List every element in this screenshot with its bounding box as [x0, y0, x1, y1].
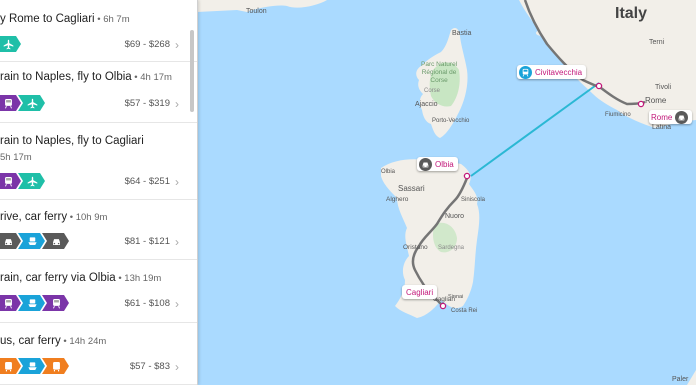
route-title: rain to Naples, fly to Olbia • 4h 17m — [0, 71, 172, 83]
label-oristano: Oristano — [403, 244, 428, 251]
bus-icon — [0, 358, 21, 374]
route-price: $61 - $108 — [124, 298, 170, 309]
map-view[interactable]: Toulon Italy Bastia Parc Naturel Régiona… — [197, 0, 696, 385]
label-sinnai: Sinnai — [448, 294, 464, 300]
route-duration: • 4h 17m — [131, 72, 172, 83]
route-option[interactable]: rive, car ferry • 10h 9m $81 - $121 › — [0, 200, 197, 260]
route-duration: • 10h 9m — [67, 212, 108, 223]
route-price: $64 - $251 — [124, 176, 170, 187]
route-title: us, car ferry • 14h 24m — [0, 335, 107, 347]
chevron-right-icon: › — [175, 38, 179, 52]
routes-sidebar: y Rome to Cagliari • 6h 7m $69 - $268 › rai… — [0, 0, 198, 385]
sidebar-scrollbar[interactable] — [190, 30, 194, 112]
label-porto-vecchio: Porto-Vecchio — [432, 118, 470, 124]
label-terni: Terni — [649, 39, 665, 46]
stop-olbia[interactable]: Olbia — [417, 157, 458, 171]
route-title: y Rome to Cagliari • 6h 7m — [0, 13, 130, 25]
label-ajaccio: Ajaccio — [415, 101, 438, 108]
route-duration: 5h 17m — [0, 152, 32, 163]
route-option[interactable]: rain to Naples, fly to Olbia • 4h 17m $57… — [0, 62, 197, 123]
label-costa-rei: Costa Rei — [451, 308, 478, 314]
route-price: $81 - $121 — [124, 236, 170, 247]
label-olbia-small: Olbia — [381, 169, 396, 175]
label-fiumicino: Fiumicino — [605, 112, 631, 118]
label-sassari: Sassari — [398, 184, 425, 193]
chevron-right-icon: › — [175, 175, 179, 189]
stop-rome-label: Rome — [651, 112, 673, 122]
chevron-right-icon: › — [175, 235, 179, 249]
stop-civitavecchia[interactable]: Civitavecchia — [517, 65, 587, 79]
stop-cagliari[interactable]: Cagliari — [402, 285, 438, 299]
stop-cagliari-label: Cagliari — [406, 287, 434, 297]
route-modes — [0, 173, 42, 189]
route-duration: • 14h 24m — [60, 336, 107, 347]
label-nuoro: Nuoro — [445, 213, 465, 220]
label-siniscola: Siniscola — [461, 197, 486, 203]
chevron-right-icon: › — [175, 297, 179, 311]
bus-icon — [42, 358, 69, 374]
stop-civitavecchia-label: Civitavecchia — [535, 67, 583, 77]
train-icon — [0, 173, 21, 189]
car-icon — [0, 233, 21, 249]
ferry-icon — [18, 233, 45, 249]
car-icon — [42, 233, 69, 249]
route-option[interactable]: us, car ferry • 14h 24m $57 - $83 › — [0, 323, 197, 385]
route-modes — [0, 36, 18, 52]
route-modes — [0, 95, 42, 111]
label-italy: Italy — [615, 5, 648, 22]
label-sardegna: Sardegna — [438, 245, 465, 251]
route-modes — [0, 358, 66, 374]
route-title: rive, car ferry • 10h 9m — [0, 211, 108, 223]
train-icon — [0, 295, 21, 311]
route-duration: • 6h 7m — [94, 14, 130, 25]
train-icon — [519, 65, 532, 79]
label-corsica-park: Parc Naturel Régional de Corse — [421, 61, 458, 84]
route-option[interactable]: rain to Naples, fly to Cagliari 5h 17m $64… — [0, 123, 197, 200]
route-modes — [0, 233, 66, 249]
label-bastia: Bastia — [452, 30, 472, 37]
route-price: $57 - $319 — [124, 98, 170, 109]
label-rome-city: Rome — [645, 96, 667, 105]
label-alghero: Alghero — [386, 196, 409, 203]
plane-icon — [18, 173, 45, 189]
car-icon — [419, 157, 432, 171]
route-title: rain, car ferry via Olbia • 13h 19m — [0, 272, 162, 284]
label-tivoli: Tivoli — [655, 84, 672, 91]
plane-icon — [18, 95, 45, 111]
ferry-icon — [18, 358, 45, 374]
route-duration: • 13h 19m — [115, 273, 162, 284]
stop-rome[interactable]: Rome — [649, 110, 693, 124]
stop-olbia-label: Olbia — [435, 159, 454, 169]
chevron-right-icon: › — [175, 97, 179, 111]
train-icon — [42, 295, 69, 311]
route-option[interactable]: y Rome to Cagliari • 6h 7m $69 - $268 › — [0, 0, 197, 62]
route-title: rain to Naples, fly to Cagliari — [0, 135, 144, 147]
label-toulon: Toulon — [246, 8, 267, 15]
route-price: $57 - $83 — [129, 361, 170, 372]
ferry-icon — [18, 295, 45, 311]
car-icon — [675, 110, 689, 124]
route-option[interactable]: rain, car ferry via Olbia • 13h 19m $61 -… — [0, 260, 197, 323]
train-icon — [0, 95, 21, 111]
label-palermo: Paler — [672, 376, 689, 383]
route-price: $69 - $268 — [124, 39, 170, 50]
label-latina: Latina — [652, 124, 672, 131]
map-canvas[interactable] — [197, 0, 696, 385]
plane-icon — [0, 36, 21, 52]
chevron-right-icon: › — [175, 360, 179, 374]
route-modes — [0, 295, 66, 311]
label-corse: Corse — [424, 88, 441, 94]
